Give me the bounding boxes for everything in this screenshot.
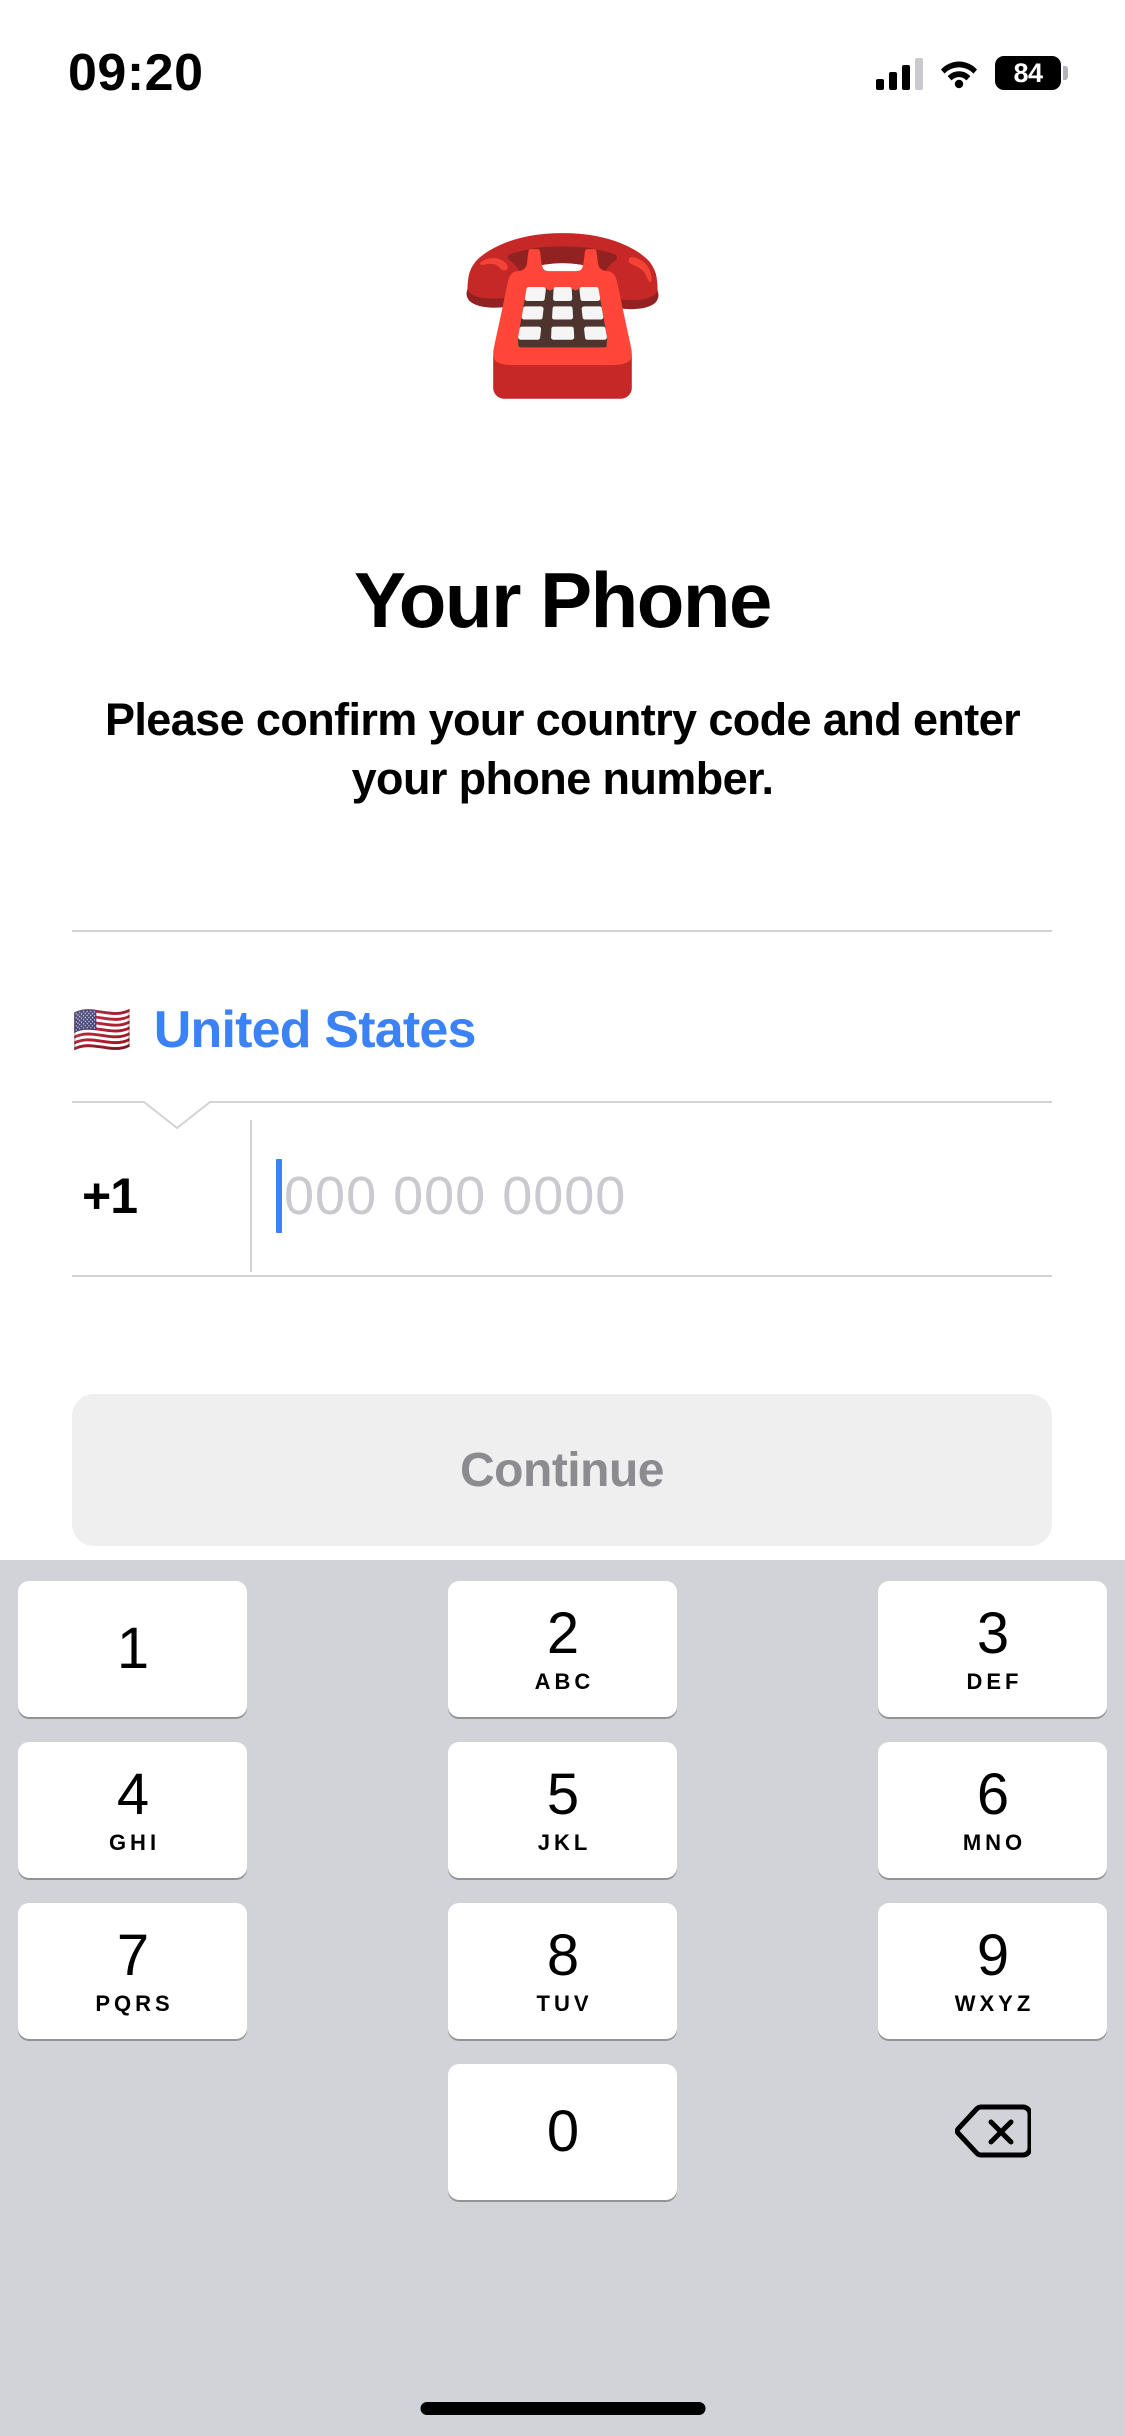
keypad-key-9[interactable]: 9 WXYZ bbox=[878, 1903, 1107, 2039]
keypad-key-4[interactable]: 4 GHI bbox=[18, 1742, 247, 1878]
home-indicator[interactable] bbox=[420, 2402, 705, 2415]
status-bar-time: 09:20 bbox=[68, 44, 204, 102]
keypad-key-letters: WXYZ bbox=[954, 1991, 1035, 2016]
keypad-key-letters: ABC bbox=[534, 1669, 595, 1694]
status-bar: 09:20 84 bbox=[0, 0, 1125, 132]
keypad-row-2: 4 GHI 5 JKL 6 MNO bbox=[0, 1742, 1125, 1878]
keypad-delete-key[interactable] bbox=[878, 2064, 1107, 2200]
country-name-label: United States bbox=[153, 1001, 477, 1059]
keypad-key-digit: 4 bbox=[116, 1762, 149, 1827]
keypad-key-digit: 8 bbox=[546, 1923, 579, 1988]
keypad-key-digit: 2 bbox=[546, 1601, 579, 1666]
page-title: Your Phone bbox=[354, 556, 772, 644]
country-selector[interactable]: 🇺🇸 United States bbox=[72, 982, 1052, 1078]
keypad-key-6[interactable]: 6 MNO bbox=[878, 1742, 1107, 1878]
keypad-key-8[interactable]: 8 TUV bbox=[448, 1903, 677, 2039]
divider-top bbox=[72, 930, 1052, 932]
keypad-spacer bbox=[18, 2064, 247, 2200]
phone-number-input[interactable]: 000 000 0000 bbox=[252, 1120, 1052, 1272]
keypad-key-digit: 0 bbox=[546, 2099, 579, 2164]
us-flag-icon: 🇺🇸 bbox=[72, 1002, 132, 1058]
phone-number-row[interactable]: +1 000 000 0000 bbox=[72, 1120, 1052, 1272]
keypad-row-3: 7 PQRS 8 TUV 9 WXYZ bbox=[0, 1903, 1125, 2039]
keypad-key-digit: 3 bbox=[976, 1601, 1009, 1666]
continue-button[interactable]: Continue bbox=[72, 1394, 1052, 1546]
keypad-key-letters: DEF bbox=[966, 1669, 1023, 1694]
keypad-key-5[interactable]: 5 JKL bbox=[448, 1742, 677, 1878]
keypad-key-digit: 9 bbox=[976, 1923, 1009, 1988]
text-caret bbox=[276, 1159, 282, 1233]
keypad-key-digit: 5 bbox=[546, 1762, 579, 1827]
keypad-row-4: 0 bbox=[0, 2064, 1125, 2200]
wifi-icon bbox=[939, 57, 979, 89]
keypad-key-digit: 7 bbox=[116, 1923, 149, 1988]
status-bar-indicators: 84 bbox=[876, 56, 1068, 90]
page-subtitle: Please confirm your country code and ent… bbox=[104, 694, 1021, 805]
keypad-key-3[interactable]: 3 DEF bbox=[878, 1581, 1107, 1717]
battery-icon: 84 bbox=[995, 56, 1068, 90]
keypad-key-letters: GHI bbox=[108, 1830, 161, 1855]
keypad-key-7[interactable]: 7 PQRS bbox=[18, 1903, 247, 2039]
keypad-key-letters: PQRS bbox=[95, 1991, 174, 2016]
telephone-emoji: ☎️ bbox=[457, 208, 668, 404]
phone-number-placeholder: 000 000 0000 bbox=[284, 1166, 627, 1226]
battery-cap bbox=[1063, 66, 1068, 80]
keypad-key-letters: MNO bbox=[962, 1830, 1027, 1855]
keypad-key-2[interactable]: 2 ABC bbox=[448, 1581, 677, 1717]
keypad-key-digit: 1 bbox=[116, 1616, 149, 1681]
keypad-row-1: 1 2 ABC 3 DEF bbox=[0, 1581, 1125, 1717]
cellular-signal-icon bbox=[876, 56, 923, 90]
keypad-key-letters: JKL bbox=[537, 1830, 592, 1855]
delete-icon bbox=[954, 2103, 1032, 2162]
keypad-key-0[interactable]: 0 bbox=[448, 2064, 677, 2200]
keypad-key-1[interactable]: 1 bbox=[18, 1581, 247, 1717]
dial-code-label: +1 bbox=[82, 1168, 138, 1224]
battery-level-text: 84 bbox=[1013, 57, 1043, 88]
keypad-key-digit: 6 bbox=[976, 1762, 1009, 1827]
keypad-key-letters: TUV bbox=[536, 1991, 593, 2016]
divider-bottom bbox=[72, 1275, 1052, 1277]
numeric-keypad: 1 2 ABC 3 DEF 4 GHI 5 JKL 6 MNO 7 PQRS 8… bbox=[0, 1560, 1125, 2436]
